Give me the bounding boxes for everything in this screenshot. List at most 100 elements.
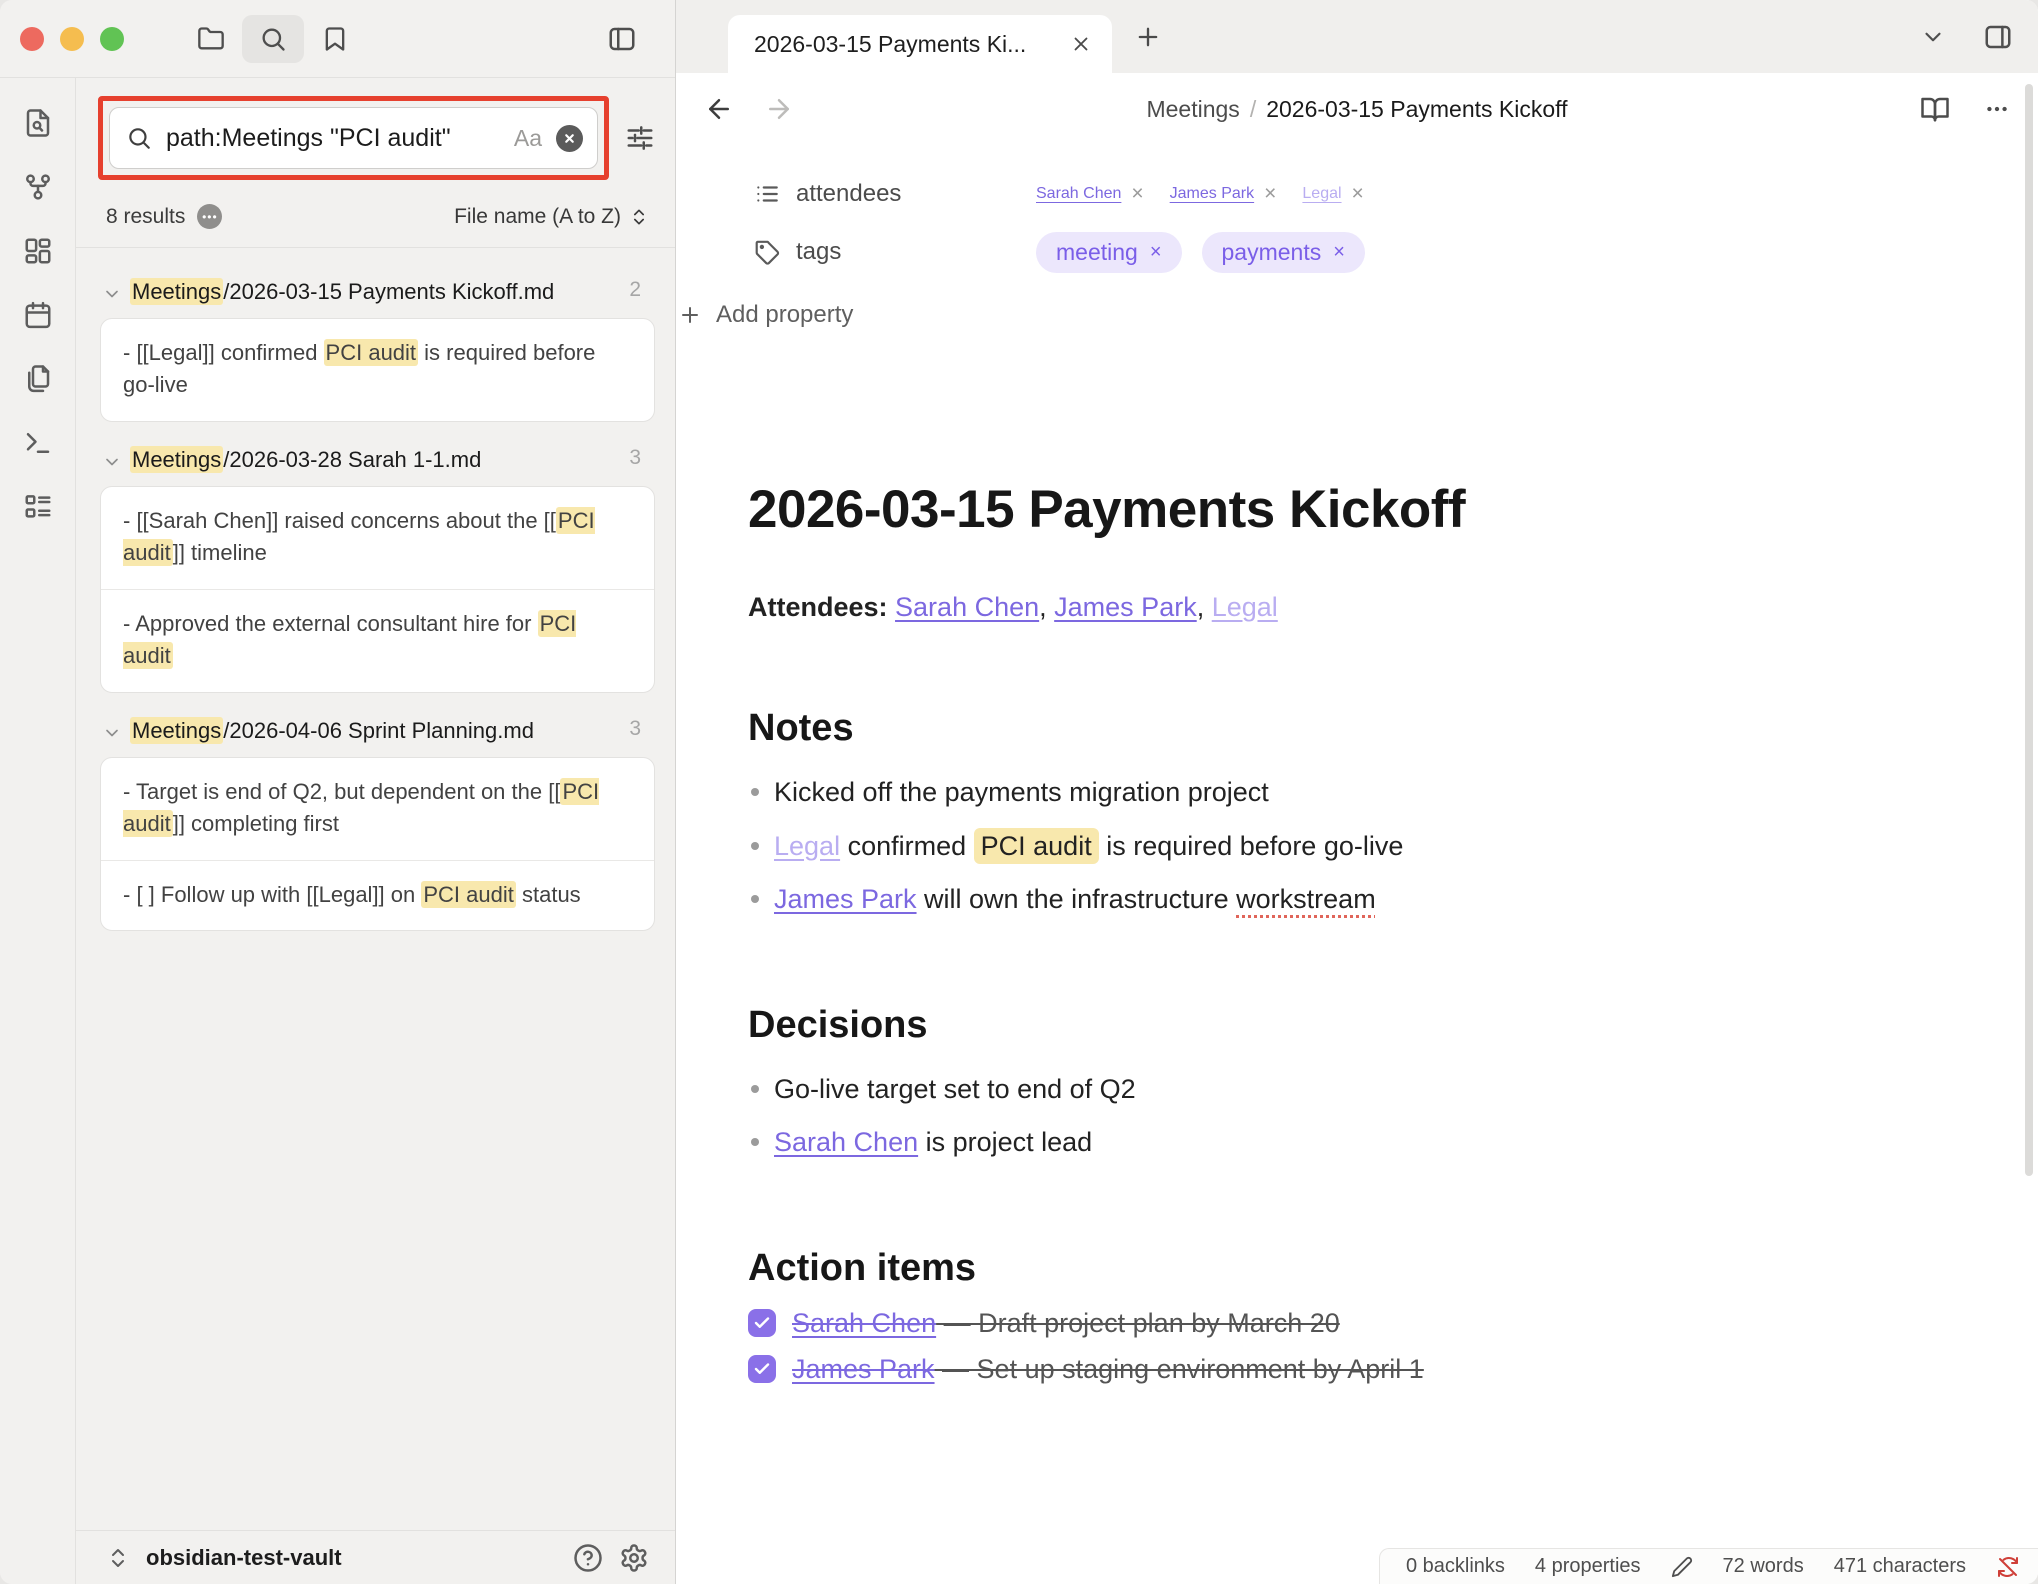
search-result-file[interactable]: Meetings/2026-04-06 Sprint Planning.md3 bbox=[100, 713, 655, 753]
results-more-icon[interactable]: ••• bbox=[197, 204, 222, 229]
search-match[interactable]: - Target is end of Q2, but dependent on … bbox=[101, 758, 654, 860]
search-icon[interactable] bbox=[242, 15, 304, 63]
ribbon bbox=[0, 78, 76, 1584]
collapse-chevron-icon[interactable] bbox=[102, 452, 122, 472]
text-run: is required before go-live bbox=[1099, 831, 1404, 861]
text-run: ]] timeline bbox=[173, 540, 267, 565]
close-window-button[interactable] bbox=[20, 27, 44, 51]
collapse-left-sidebar-icon[interactable] bbox=[591, 15, 653, 63]
tab-list-chevron-icon[interactable] bbox=[1920, 24, 1946, 50]
breadcrumb-folder[interactable]: Meetings bbox=[1146, 96, 1239, 122]
close-tab-icon[interactable] bbox=[1066, 29, 1096, 59]
property-value-link[interactable]: James Park bbox=[1170, 185, 1254, 203]
reading-mode-icon[interactable] bbox=[1920, 94, 1950, 124]
sort-order-button[interactable]: File name (A to Z) bbox=[454, 205, 649, 229]
match-card: - Target is end of Q2, but dependent on … bbox=[100, 757, 655, 932]
help-icon[interactable] bbox=[573, 1543, 603, 1573]
property-value-link[interactable]: Legal bbox=[1302, 185, 1341, 203]
internal-link[interactable]: Sarah Chen bbox=[774, 1127, 918, 1157]
search-match[interactable]: - [[Legal]] confirmed PCI audit is requi… bbox=[101, 319, 654, 421]
remove-value-icon[interactable]: × bbox=[1264, 182, 1276, 206]
search-input[interactable]: path:Meetings "PCI audit" Aa bbox=[109, 107, 598, 169]
task-checkbox-checked[interactable] bbox=[748, 1355, 776, 1383]
match-case-toggle[interactable]: Aa bbox=[514, 125, 542, 152]
property-key-label: tags bbox=[796, 238, 841, 266]
search-result-file[interactable]: Meetings/2026-03-28 Sarah 1-1.md3 bbox=[100, 442, 655, 482]
property-key[interactable]: attendees bbox=[754, 180, 1036, 208]
edit-mode-pencil-icon[interactable] bbox=[1671, 1556, 1693, 1578]
search-match[interactable]: - Approved the external consultant hire … bbox=[101, 589, 654, 692]
tab-bar: 2026-03-15 Payments Ki... bbox=[676, 0, 2038, 73]
search-icon bbox=[126, 125, 152, 151]
list-details-icon[interactable] bbox=[23, 492, 53, 522]
calendar-icon[interactable] bbox=[23, 300, 53, 330]
files-icon[interactable] bbox=[23, 364, 53, 394]
zoom-window-button[interactable] bbox=[100, 27, 124, 51]
search-settings-icon[interactable] bbox=[625, 123, 655, 153]
tag-pill[interactable]: payments× bbox=[1202, 232, 1365, 273]
navigate-forward-icon[interactable] bbox=[764, 94, 794, 124]
property-value-link[interactable]: Sarah Chen bbox=[1036, 185, 1121, 203]
minimize-window-button[interactable] bbox=[60, 27, 84, 51]
obsidian-window: path:Meetings "PCI audit" Aa 8 results bbox=[0, 0, 2038, 1584]
search-result-group: Meetings/2026-03-28 Sarah 1-1.md3 - [[Sar… bbox=[100, 442, 655, 693]
file-search-icon[interactable] bbox=[23, 108, 53, 138]
task-item: James Park — Set up staging environment … bbox=[748, 1354, 1918, 1385]
search-match[interactable]: - [ ] Follow up with [[Legal]] on PCI au… bbox=[101, 860, 654, 931]
vault-name[interactable]: obsidian-test-vault bbox=[146, 1545, 342, 1571]
character-count[interactable]: 471 characters bbox=[1834, 1555, 1966, 1578]
file-name: Meetings/2026-03-15 Payments Kickoff.md bbox=[130, 278, 621, 306]
search-result-file[interactable]: Meetings/2026-03-15 Payments Kickoff.md2 bbox=[100, 274, 655, 314]
graph-icon[interactable] bbox=[23, 172, 53, 202]
internal-link[interactable]: James Park bbox=[792, 1354, 935, 1384]
section-heading: Action items bbox=[748, 1247, 1918, 1290]
left-titlebar bbox=[0, 0, 675, 78]
bullet-list: Go-live target set to end of Q2Sarah Che… bbox=[748, 1069, 1918, 1163]
add-property-button[interactable]: Add property bbox=[676, 281, 2038, 329]
new-tab-icon[interactable] bbox=[1134, 23, 1162, 51]
collapse-chevron-icon[interactable] bbox=[102, 284, 122, 304]
text-run: status bbox=[516, 882, 581, 907]
internal-link[interactable]: Legal bbox=[1212, 592, 1278, 622]
tab-title: 2026-03-15 Payments Ki... bbox=[754, 31, 1066, 58]
vault-switcher-icon[interactable] bbox=[106, 1546, 130, 1570]
remove-tag-icon[interactable]: × bbox=[1150, 241, 1162, 264]
search-query-text[interactable]: path:Meetings "PCI audit" bbox=[166, 124, 500, 153]
text-run: /2026-04-06 Sprint Planning.md bbox=[223, 718, 534, 743]
scrollbar[interactable] bbox=[2025, 84, 2033, 1176]
search-highlight: Meetings bbox=[130, 717, 223, 744]
sync-off-icon[interactable] bbox=[1996, 1555, 2020, 1579]
search-match[interactable]: - [[Sarah Chen]] raised concerns about t… bbox=[101, 487, 654, 589]
bookmark-icon[interactable] bbox=[304, 15, 366, 63]
navigate-back-icon[interactable] bbox=[704, 94, 734, 124]
internal-link[interactable]: James Park bbox=[1054, 592, 1197, 622]
expand-right-sidebar-icon[interactable] bbox=[1982, 22, 2014, 52]
layout-dashboard-icon[interactable] bbox=[23, 236, 53, 266]
word-count[interactable]: 72 words bbox=[1723, 1555, 1804, 1578]
internal-link[interactable]: James Park bbox=[774, 884, 917, 914]
internal-link[interactable]: Legal bbox=[774, 831, 840, 861]
breadcrumb-file[interactable]: 2026-03-15 Payments Kickoff bbox=[1266, 96, 1567, 122]
property-key[interactable]: tags bbox=[754, 238, 1036, 266]
search-highlight: PCI audit bbox=[974, 828, 1099, 864]
properties-count[interactable]: 4 properties bbox=[1535, 1555, 1641, 1578]
settings-gear-icon[interactable] bbox=[619, 1543, 649, 1573]
terminal-icon[interactable] bbox=[23, 428, 53, 458]
internal-link[interactable]: Sarah Chen bbox=[895, 592, 1039, 622]
remove-value-icon[interactable]: × bbox=[1131, 182, 1143, 206]
properties-list: attendeesSarah Chen × James Park × Legal × tag… bbox=[676, 145, 2038, 281]
clear-search-icon[interactable] bbox=[556, 125, 583, 152]
backlinks-count[interactable]: 0 backlinks bbox=[1406, 1555, 1505, 1578]
note-sections: NotesKicked off the payments migration p… bbox=[748, 707, 1918, 1385]
internal-link[interactable]: Sarah Chen bbox=[792, 1308, 936, 1338]
remove-value-icon[interactable]: × bbox=[1352, 182, 1364, 206]
text-run: - Target is end of Q2, but dependent on … bbox=[123, 779, 560, 804]
remove-tag-icon[interactable]: × bbox=[1333, 241, 1345, 264]
more-options-icon[interactable] bbox=[1984, 96, 2010, 122]
tag-pill[interactable]: meeting× bbox=[1036, 232, 1182, 273]
task-checkbox-checked[interactable] bbox=[748, 1309, 776, 1337]
tab-active[interactable]: 2026-03-15 Payments Ki... bbox=[728, 15, 1112, 73]
folder-icon[interactable] bbox=[180, 15, 242, 63]
bullet-item: Kicked off the payments migration projec… bbox=[748, 772, 1918, 813]
collapse-chevron-icon[interactable] bbox=[102, 723, 122, 743]
